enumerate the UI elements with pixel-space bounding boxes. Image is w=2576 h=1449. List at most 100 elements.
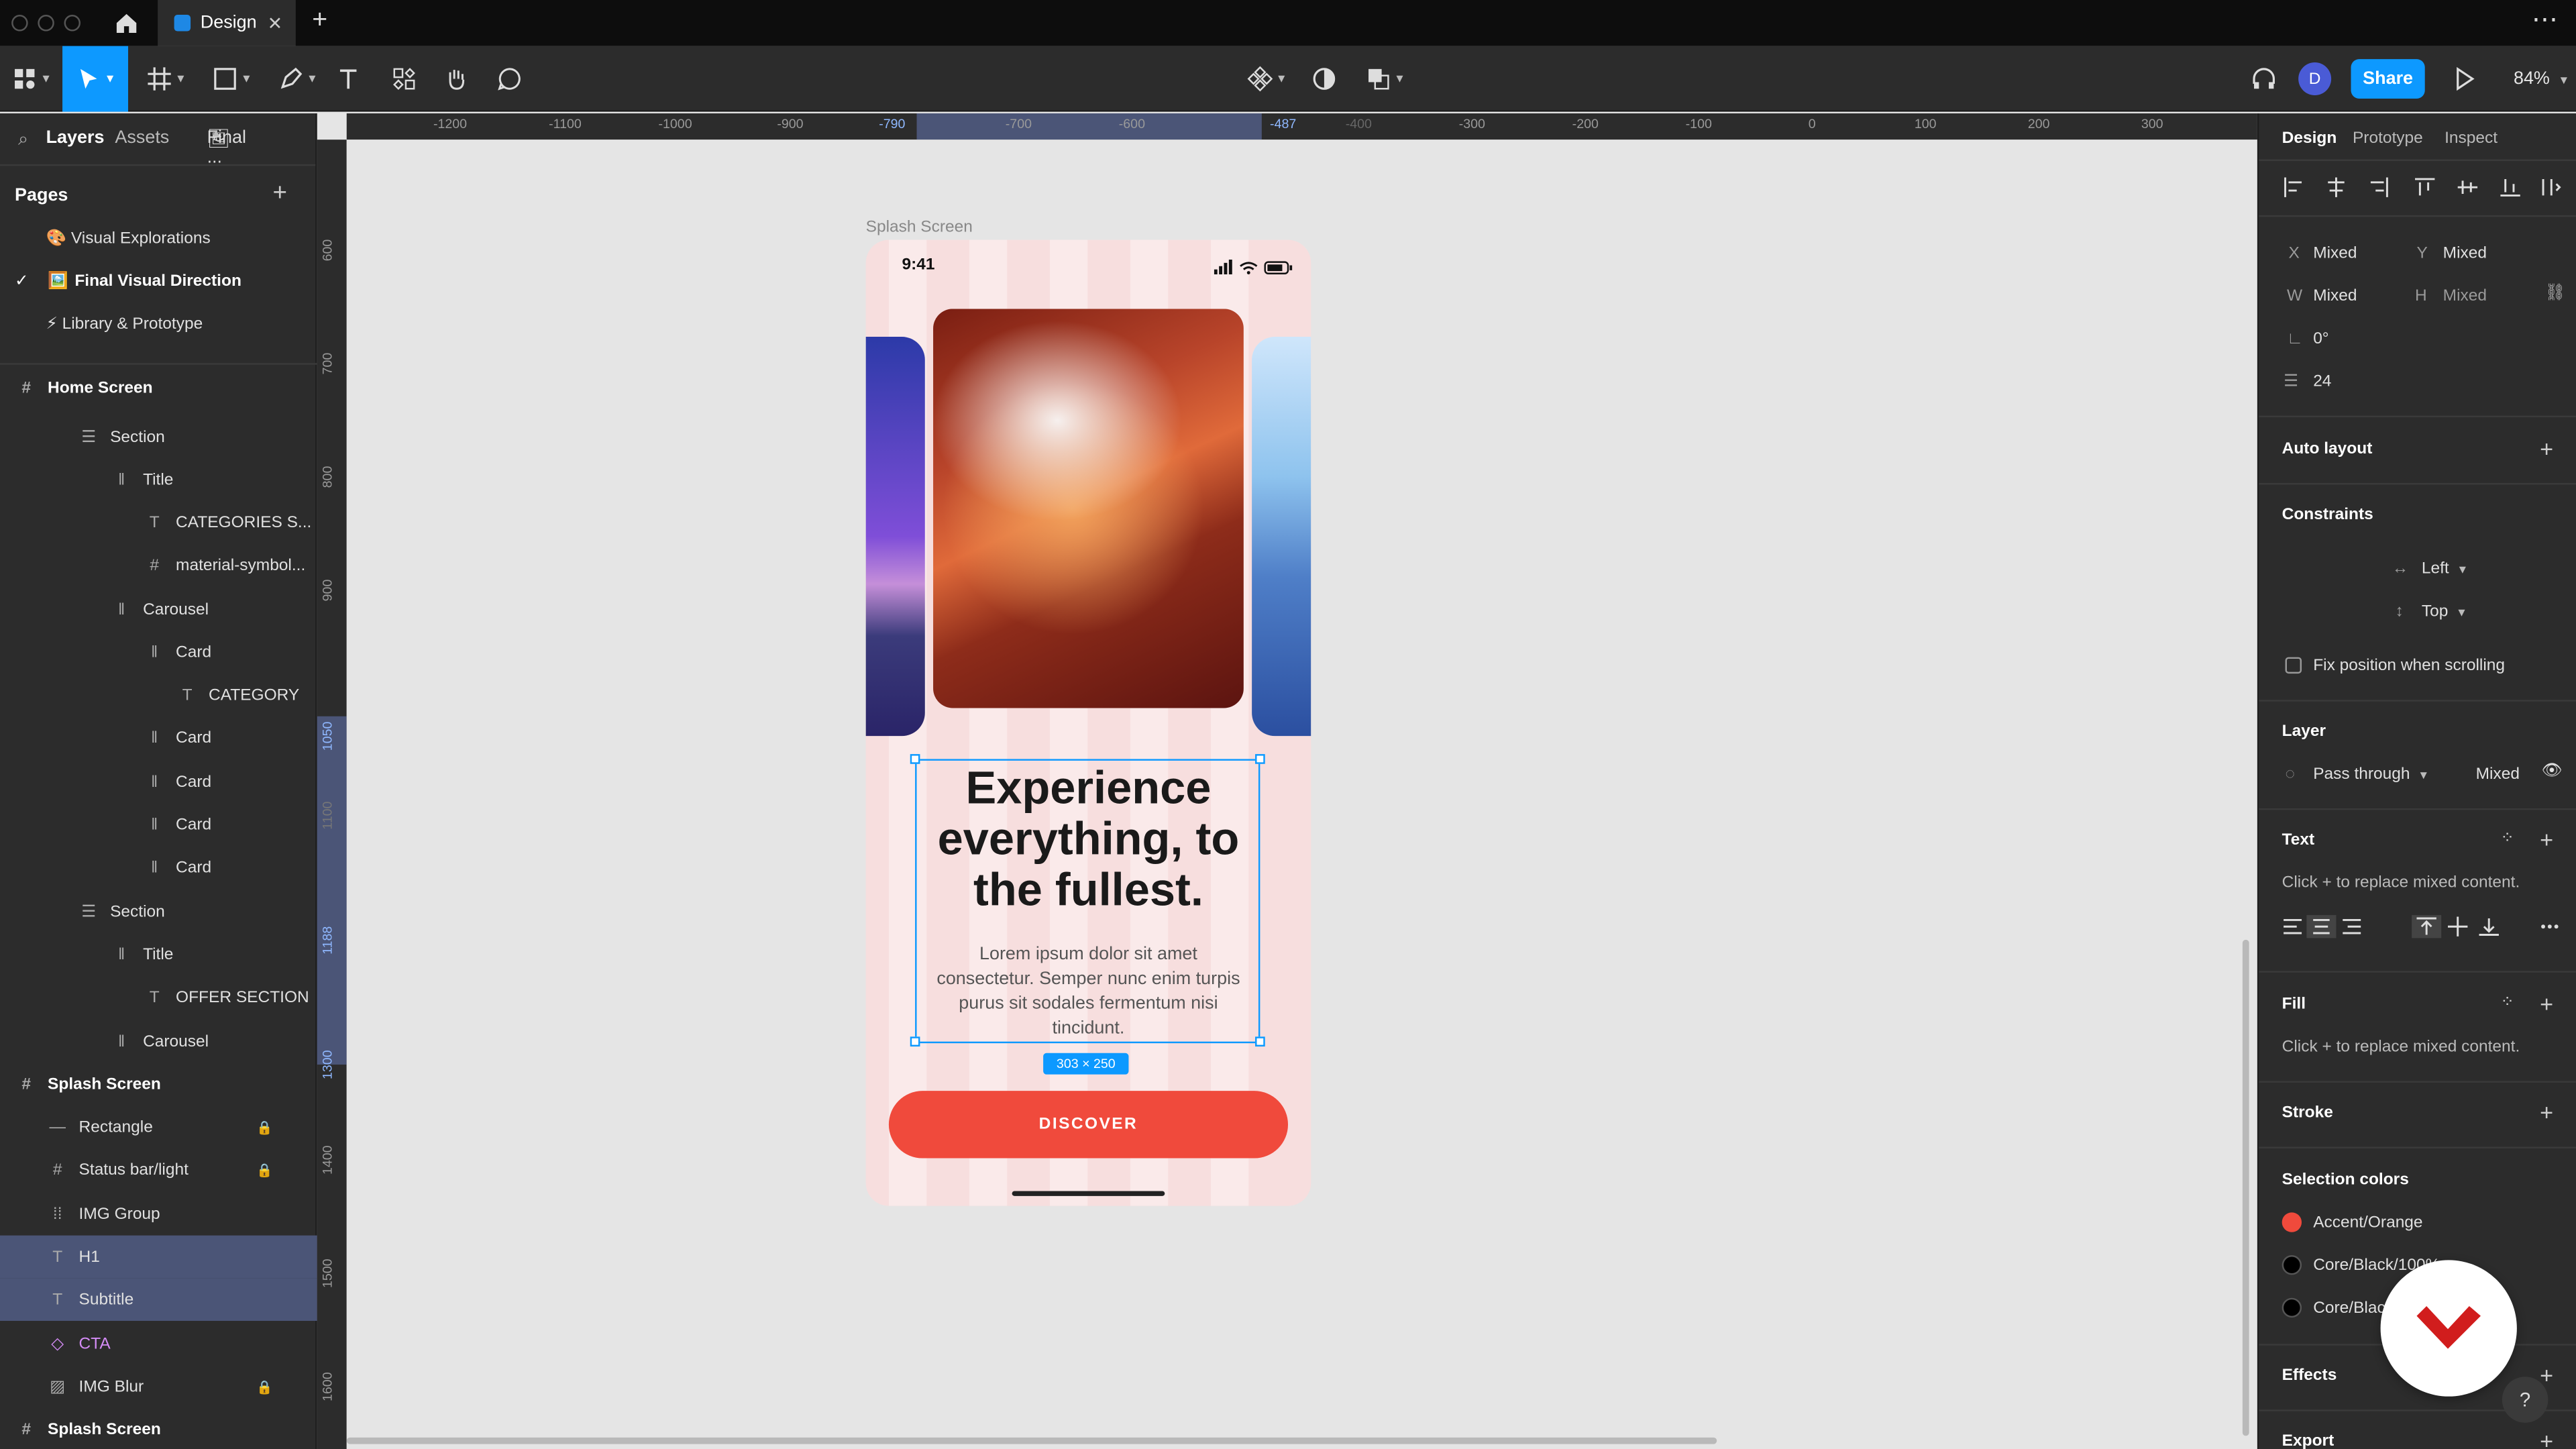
comment-tool-button[interactable]: [493, 46, 526, 112]
alignment-controls[interactable]: [2282, 176, 2561, 199]
y-field[interactable]: Mixed: [2443, 245, 2487, 263]
layer-item[interactable]: ▨ IMG Blur 🔒: [0, 1365, 317, 1408]
window-close-icon[interactable]: [11, 15, 28, 32]
tab-layers[interactable]: Layers: [46, 128, 105, 148]
boolean-button[interactable]: ▼: [1360, 46, 1409, 112]
text-alignment-controls[interactable]: [2282, 915, 2561, 938]
layer-item[interactable]: ‖ Card: [0, 846, 317, 889]
text-tool-button[interactable]: [332, 46, 365, 112]
layer-item[interactable]: ☰ Section: [0, 416, 317, 459]
resize-handle[interactable]: [1255, 754, 1265, 764]
layer-item[interactable]: T CATEGORY: [0, 674, 317, 716]
tab-prototype[interactable]: Prototype: [2353, 129, 2423, 148]
w-field[interactable]: Mixed: [2313, 288, 2357, 306]
color-swatch[interactable]: [2282, 1297, 2302, 1318]
color-swatch[interactable]: [2282, 1212, 2302, 1232]
layer-item[interactable]: ‖ Card: [0, 804, 317, 847]
selection-box[interactable]: [915, 759, 1260, 1044]
x-field[interactable]: Mixed: [2313, 245, 2357, 263]
layer-item[interactable]: ‖ Carousel: [0, 588, 317, 631]
color-swatch[interactable]: [2282, 1255, 2302, 1275]
tab-design[interactable]: Design: [2282, 129, 2337, 148]
user-avatar[interactable]: D: [2298, 62, 2332, 96]
rotation-field[interactable]: 0°: [2313, 330, 2328, 348]
layer-item[interactable]: — Rectangle 🔒: [0, 1106, 317, 1148]
spacing-field[interactable]: 24: [2313, 373, 2331, 391]
help-button[interactable]: ?: [2502, 1377, 2548, 1423]
horizontal-scrollbar[interactable]: [346, 1437, 1717, 1444]
search-icon[interactable]: ⌕: [18, 129, 28, 151]
layer-item[interactable]: ☰ Section: [0, 890, 317, 933]
add-auto-layout-button[interactable]: +: [2540, 435, 2553, 462]
layer-item[interactable]: ‖ Card: [0, 761, 317, 804]
layer-item[interactable]: ‖ Card: [0, 631, 317, 674]
component-button[interactable]: ▼: [1242, 46, 1291, 112]
hand-tool-button[interactable]: [440, 46, 473, 112]
mask-button[interactable]: [1307, 46, 1340, 112]
tab-inspect[interactable]: Inspect: [2445, 129, 2498, 148]
zoom-dropdown[interactable]: 84% ▼: [2514, 69, 2569, 89]
add-fill-button[interactable]: +: [2540, 991, 2553, 1017]
add-stroke-button[interactable]: +: [2540, 1099, 2553, 1125]
layer-item[interactable]: T CATEGORIES S...: [0, 501, 317, 544]
layer-item[interactable]: # Splash Screen: [0, 1408, 317, 1449]
move-tool-button[interactable]: ▼: [62, 46, 129, 112]
layer-item-selected[interactable]: T Subtitle: [0, 1278, 317, 1321]
resources-button[interactable]: [388, 46, 421, 112]
layer-item[interactable]: ‖ Carousel: [0, 1020, 317, 1063]
pen-tool-button[interactable]: ▼: [270, 46, 325, 112]
fill-styles-icon[interactable]: ⁘: [2500, 994, 2514, 1012]
discover-button[interactable]: DISCOVER: [888, 1091, 1289, 1159]
horizontal-constraint-select[interactable]: Left ▼: [2422, 560, 2469, 578]
blend-mode-select[interactable]: Pass through ▼: [2313, 765, 2429, 784]
frame-label[interactable]: Splash Screen: [866, 219, 973, 237]
layer-item[interactable]: # material-symbol...: [0, 544, 317, 587]
lock-icon[interactable]: 🔒: [256, 1120, 272, 1134]
resize-handle[interactable]: [910, 754, 920, 764]
new-tab-button[interactable]: +: [312, 7, 327, 36]
text-styles-icon[interactable]: ⁘: [2500, 830, 2514, 848]
shape-tool-button[interactable]: ▼: [204, 46, 260, 112]
layer-item[interactable]: ‖ Title: [0, 458, 317, 501]
page-item[interactable]: ⚡ Library & Prototype: [0, 303, 317, 345]
opacity-field[interactable]: Mixed: [2476, 765, 2520, 784]
share-button[interactable]: Share: [2351, 59, 2425, 99]
vertical-scrollbar[interactable]: [2242, 939, 2249, 1436]
vertical-constraint-select[interactable]: Top ▼: [2422, 603, 2467, 621]
frame-tool-button[interactable]: ▼: [138, 46, 194, 112]
layer-item[interactable]: ‖ Title: [0, 933, 317, 976]
window-minimize-icon[interactable]: [38, 15, 54, 32]
more-options-icon[interactable]: ⋯: [2532, 3, 2560, 36]
add-page-button[interactable]: +: [273, 179, 287, 207]
home-icon[interactable]: [99, 0, 154, 46]
lock-icon[interactable]: 🔒: [256, 1163, 272, 1177]
floating-app-bubble[interactable]: [2380, 1260, 2517, 1397]
main-menu-button[interactable]: ▼: [7, 46, 56, 112]
tab-assets[interactable]: Assets: [115, 128, 169, 148]
layer-item[interactable]: ‖ Card: [0, 716, 317, 759]
page-item[interactable]: 🎨 Visual Explorations: [0, 217, 317, 260]
constrain-proportions-icon[interactable]: ⛓: [2545, 284, 2566, 303]
lock-icon[interactable]: 🔒: [256, 1379, 272, 1394]
layer-item[interactable]: ◇ CTA: [0, 1322, 317, 1365]
present-button[interactable]: [2448, 46, 2481, 112]
eye-icon[interactable]: 👁: [2542, 762, 2563, 780]
layer-item[interactable]: # Status bar/light 🔒: [0, 1148, 317, 1191]
layer-item[interactable]: T OFFER SECTION: [0, 976, 317, 1019]
window-maximize-icon[interactable]: [64, 15, 81, 32]
tab-design[interactable]: Design ✕: [158, 0, 296, 46]
fix-position-checkbox[interactable]: [2285, 657, 2302, 674]
page-item-active[interactable]: ✓ 🖼️ Final Visual Direction: [0, 260, 317, 303]
layer-item-selected[interactable]: T H1: [0, 1235, 317, 1279]
add-text-style-button[interactable]: +: [2540, 826, 2553, 853]
add-export-button[interactable]: +: [2540, 1428, 2553, 1449]
color-name[interactable]: Accent/Orange: [2313, 1214, 2422, 1232]
layer-item[interactable]: # Splash Screen: [0, 1063, 317, 1106]
h-field[interactable]: Mixed: [2443, 288, 2487, 306]
layer-item[interactable]: # Home Screen: [0, 366, 317, 409]
close-tab-icon[interactable]: ✕: [268, 12, 283, 34]
layer-item[interactable]: ⁞⁞ IMG Group: [0, 1193, 317, 1236]
audio-button[interactable]: [2247, 46, 2280, 112]
resize-handle[interactable]: [910, 1036, 920, 1047]
resize-handle[interactable]: [1255, 1036, 1265, 1047]
